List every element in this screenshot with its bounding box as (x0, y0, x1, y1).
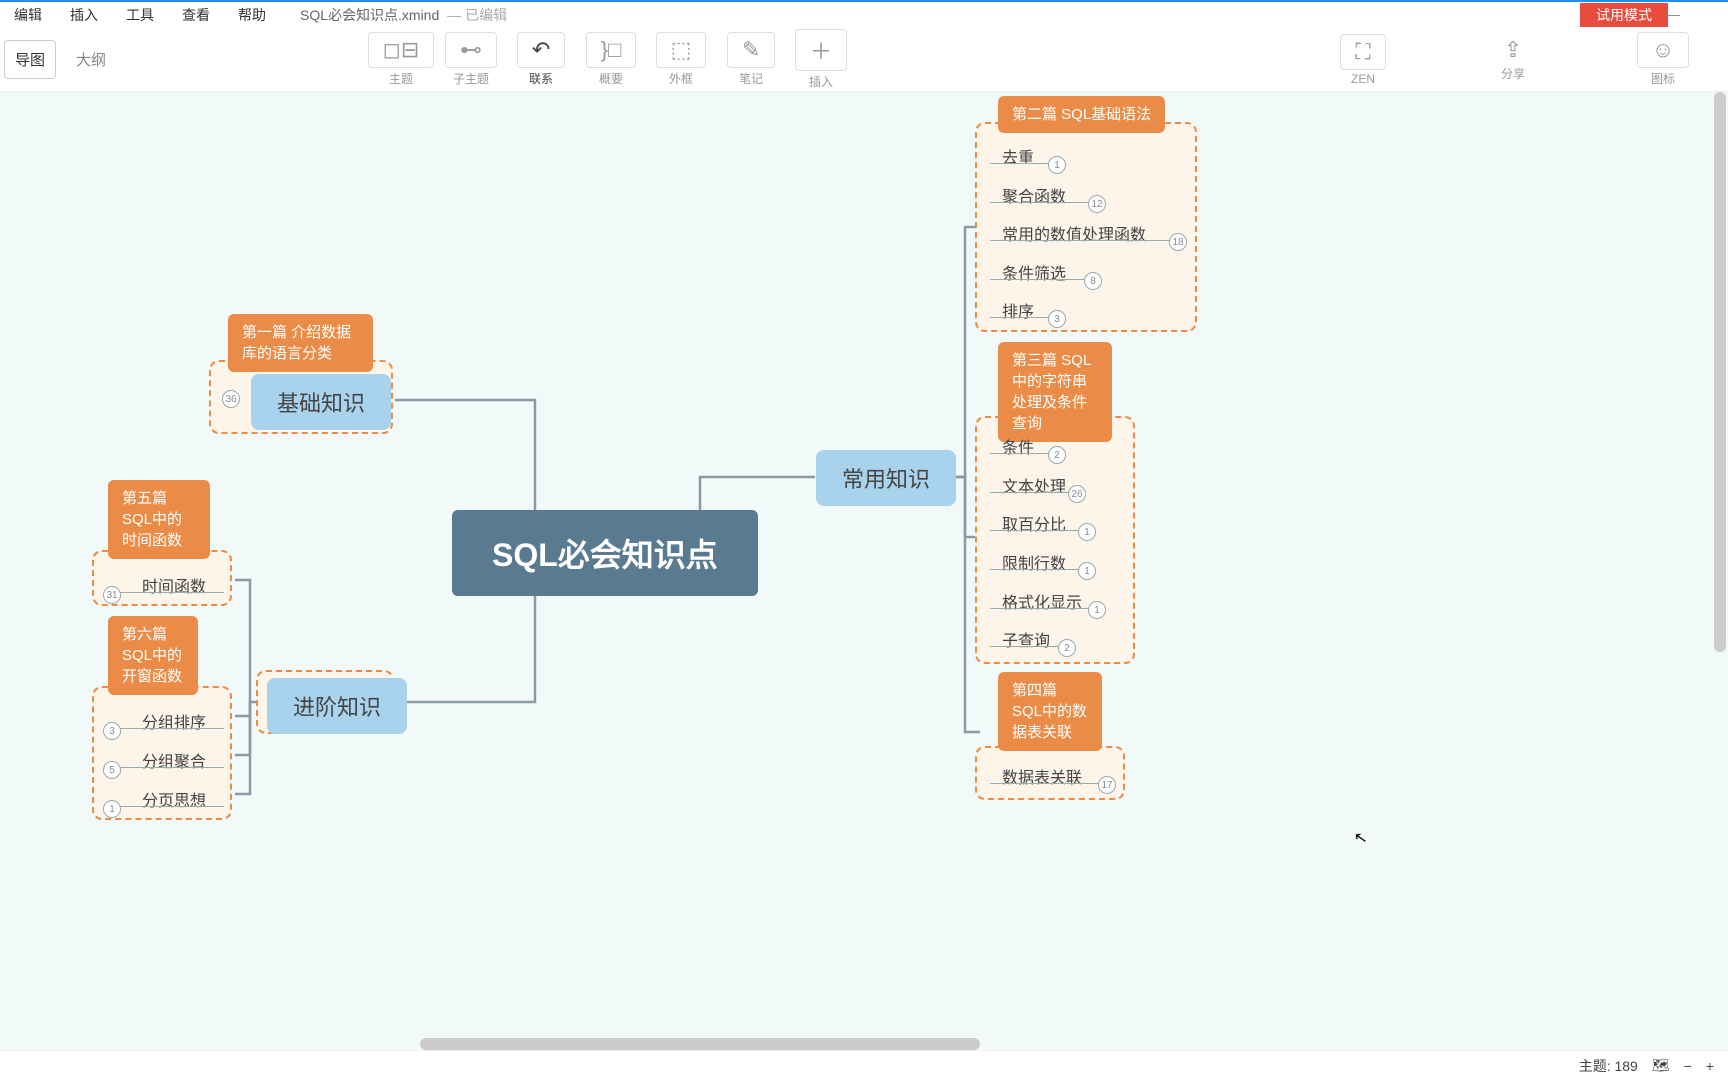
note-label: 笔记 (739, 70, 763, 87)
sec2-n4: 8 (1084, 272, 1102, 290)
map-icon[interactable]: 🗺 (1652, 1057, 1670, 1074)
sec6-n1: 3 (103, 722, 121, 740)
sec3-n2: 26 (1068, 485, 1086, 503)
common-topic[interactable]: 常用知识 (816, 450, 956, 506)
zen-label: ZEN (1351, 72, 1375, 86)
trial-badge[interactable]: 试用模式 (1580, 3, 1668, 27)
boundary-button[interactable]: ⬚外框 (646, 25, 716, 94)
mindmap-view-button[interactable]: 导图 (4, 40, 56, 79)
sec1-sub[interactable]: 基础知识 (251, 374, 391, 430)
topic-button[interactable]: ◻⊟主题 (366, 25, 436, 94)
sec2-n2: 12 (1088, 195, 1106, 213)
summary-label: 概要 (599, 70, 623, 87)
sec2-title[interactable]: 第二篇 SQL基础语法 (998, 96, 1165, 133)
sec6-i3[interactable]: 分页思想 (138, 781, 210, 817)
subtopic-button[interactable]: ⊷子主题 (436, 25, 506, 94)
menu-tools[interactable]: 工具 (112, 5, 168, 25)
sec3-n3: 1 (1078, 523, 1096, 541)
share-button[interactable]: ⇪分享 (1478, 28, 1548, 91)
status-bar: 主题: 189 🗺 − + (0, 1050, 1728, 1080)
sec3-i6[interactable]: 子查询 (998, 621, 1054, 657)
sec3-i2[interactable]: 文本处理 (998, 467, 1070, 503)
sec2-i1[interactable]: 去重 (998, 138, 1038, 174)
sec3-n1: 2 (1048, 446, 1066, 464)
sec5-title[interactable]: 第五篇 SQL中的时间函数 (108, 480, 210, 559)
summary-button[interactable]: }□概要 (576, 25, 646, 94)
sec1-title[interactable]: 第一篇 介绍数据库的语言分类 (228, 314, 373, 372)
outline-view-button[interactable]: 大纲 (76, 49, 106, 70)
relation-button[interactable]: ↶联系 (506, 25, 576, 94)
relation-label: 联系 (529, 70, 553, 87)
sec3-i3[interactable]: 取百分比 (998, 505, 1070, 541)
sec2-n1: 1 (1048, 156, 1066, 174)
sec1-badge: 36 (222, 390, 240, 408)
topic-label: 主题 (389, 70, 413, 87)
subtopic-label: 子主题 (453, 70, 489, 87)
sec6-i1[interactable]: 分组排序 (138, 703, 210, 739)
sec6-title[interactable]: 第六篇 SQL中的开窗函数 (108, 616, 198, 695)
share-label: 分享 (1501, 65, 1525, 82)
horizontal-scrollbar[interactable] (420, 1038, 980, 1050)
sec6-n2: 5 (103, 761, 121, 779)
central-topic[interactable]: SQL必会知识点 (452, 510, 758, 596)
topic-count: 主题: 189 (1579, 1056, 1638, 1076)
sec2-i2[interactable]: 聚合函数 (998, 177, 1070, 213)
icon-button[interactable]: ☺图标 (1628, 28, 1698, 91)
menu-view[interactable]: 查看 (168, 5, 224, 25)
menu-edit[interactable]: 编辑 (0, 5, 56, 25)
sec2-n3: 18 (1169, 233, 1187, 251)
sec3-n5: 1 (1088, 601, 1106, 619)
zoom-in-icon[interactable]: + (1706, 1058, 1714, 1074)
sec3-title[interactable]: 第三篇 SQL中的字符串处理及条件查询 (998, 342, 1112, 442)
sec2-i4[interactable]: 条件筛选 (998, 254, 1070, 290)
sec6-i2[interactable]: 分组聚合 (138, 742, 210, 778)
sec4-i1[interactable]: 数据表关联 (998, 758, 1086, 794)
toolbar: 导图 大纲 ◻⊟主题 ⊷子主题 ↶联系 }□概要 ⬚外框 ✎笔记 ＋插入 ⛶ZE… (0, 28, 1728, 92)
sec2-n5: 3 (1048, 310, 1066, 328)
menu-bar: 编辑 插入 工具 查看 帮助 SQL必会知识点.xmind — 已编辑 试用模式… (0, 0, 1728, 28)
zen-button[interactable]: ⛶ZEN (1328, 28, 1398, 91)
sec2-i5[interactable]: 排序 (998, 292, 1038, 328)
sec4-n1: 17 (1098, 776, 1116, 794)
cursor-icon: ↖ (1352, 827, 1369, 849)
file-name: SQL必会知识点.xmind (300, 5, 439, 25)
sec5-i1[interactable]: 时间函数 (138, 567, 210, 603)
file-status: — 已编辑 (447, 5, 507, 25)
zoom-out-icon[interactable]: − (1684, 1058, 1692, 1074)
menu-help[interactable]: 帮助 (224, 5, 280, 25)
sec3-i1[interactable]: 条件 (998, 428, 1038, 464)
sec6-n3: 1 (103, 800, 121, 818)
sec2-i3[interactable]: 常用的数值处理函数 (998, 215, 1150, 251)
vertical-scrollbar[interactable] (1714, 92, 1726, 652)
sec3-n4: 1 (1078, 562, 1096, 580)
sec3-n6: 2 (1058, 639, 1076, 657)
sec3-i4[interactable]: 限制行数 (998, 544, 1070, 580)
insert-button[interactable]: ＋插入 (786, 25, 856, 94)
icon-label: 图标 (1651, 70, 1675, 87)
advanced-topic[interactable]: 进阶知识 (267, 678, 407, 734)
sec5-n1: 31 (103, 586, 121, 604)
menu-insert[interactable]: 插入 (56, 5, 112, 25)
note-button[interactable]: ✎笔记 (716, 25, 786, 94)
sec4-title[interactable]: 第四篇 SQL中的数据表关联 (998, 672, 1102, 751)
insert-label: 插入 (809, 73, 833, 90)
sec3-i5[interactable]: 格式化显示 (998, 583, 1086, 619)
minimize-icon[interactable]: — (1666, 6, 1680, 22)
boundary-label: 外框 (669, 70, 693, 87)
canvas[interactable]: SQL必会知识点 第一篇 介绍数据库的语言分类 基础知识 36 进阶知识 第五篇… (0, 92, 1728, 1050)
